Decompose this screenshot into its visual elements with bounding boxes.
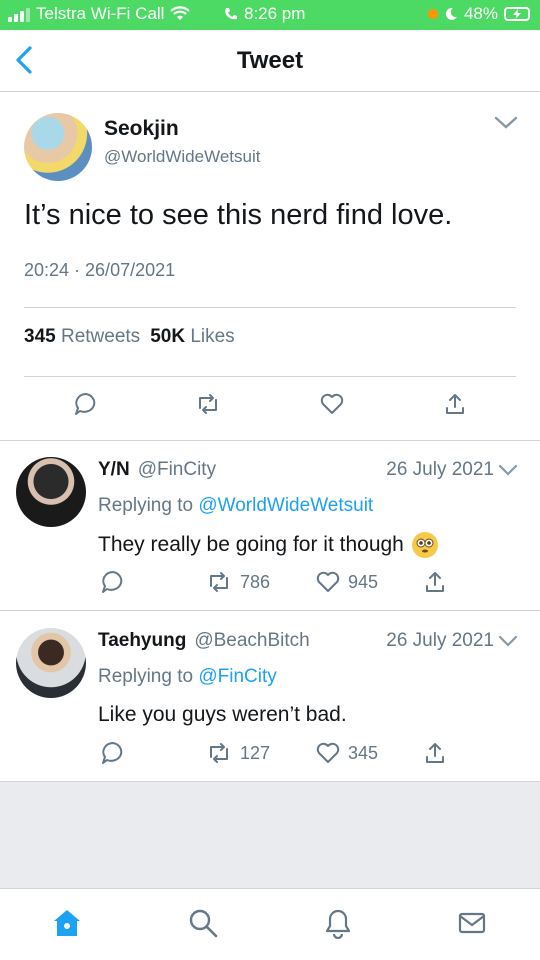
- reply-date: 26 July 2021: [386, 459, 494, 480]
- reply-actions: 786 945: [0, 569, 540, 599]
- messages-mail-icon[interactable]: [456, 907, 488, 939]
- like-count: 945: [348, 572, 379, 592]
- share-icon[interactable]: [422, 740, 448, 766]
- divider: [24, 376, 516, 377]
- like-icon[interactable]: [319, 391, 345, 417]
- share-icon[interactable]: [442, 391, 468, 417]
- retweets-stat[interactable]: 345 Retweets: [24, 326, 140, 348]
- share-icon[interactable]: [422, 569, 448, 595]
- like-icon[interactable]: [315, 740, 341, 766]
- carrier-label: Telstra Wi-Fi Call: [36, 4, 165, 23]
- retweet-count: 127: [240, 743, 271, 763]
- tweet-actions: [0, 391, 540, 425]
- avatar[interactable]: [24, 113, 92, 181]
- author-name[interactable]: Y/N: [98, 459, 130, 481]
- status-bar: Telstra Wi-Fi Call 8:26 pm 48%: [0, 0, 540, 30]
- author-name[interactable]: Seokjin: [104, 117, 179, 141]
- reply-icon[interactable]: [100, 569, 126, 595]
- reply-tweet[interactable]: Taehyung @BeachBitch 26 July 2021 Replyi…: [0, 612, 540, 782]
- empty-area: [0, 782, 540, 888]
- replying-prefix: Replying to: [98, 666, 194, 687]
- notifications-bell-icon[interactable]: [322, 907, 354, 939]
- wifi-icon: [170, 6, 191, 20]
- clock: 8:26 pm: [244, 4, 306, 23]
- retweets-label: Retweets: [60, 326, 141, 347]
- phone-icon: [225, 8, 237, 20]
- tweet-timestamp: 20:24 · 26/07/2021: [24, 260, 176, 280]
- reply-icon[interactable]: [100, 740, 126, 766]
- chevron-down-icon[interactable]: [498, 464, 518, 478]
- replying-to-link[interactable]: @FinCity: [198, 666, 276, 687]
- top-nav-bar: Tweet: [0, 30, 540, 92]
- reply-date: 26 July 2021: [386, 630, 494, 651]
- reply-text-content: Like you guys weren’t bad.: [98, 703, 347, 726]
- battery-charging-icon: [504, 7, 530, 21]
- likes-count: 50K: [150, 326, 186, 347]
- reply-icon[interactable]: [73, 391, 99, 417]
- like-count: 345: [348, 743, 379, 763]
- main-tweet: Seokjin @WorldWideWetsuit It’s nice to s…: [0, 93, 540, 441]
- replying-to: Replying to @FinCity: [98, 666, 277, 688]
- likes-label: Likes: [190, 326, 235, 347]
- author-name[interactable]: Taehyung: [98, 630, 186, 652]
- retweet-icon[interactable]: [195, 391, 221, 417]
- divider: [24, 307, 516, 308]
- reply-tweet[interactable]: Y/N @FinCity 26 July 2021 Replying to @W…: [0, 441, 540, 611]
- reply-actions: 127 345: [0, 740, 540, 770]
- battery-percent: 48%: [463, 4, 498, 23]
- replying-prefix: Replying to: [98, 495, 194, 516]
- avatar[interactable]: [16, 628, 86, 698]
- like-icon[interactable]: [315, 569, 341, 595]
- retweets-count: 345: [24, 326, 56, 347]
- bottom-tab-bar: [0, 888, 540, 960]
- reply-text: Like you guys weren’t bad.: [98, 703, 347, 727]
- replying-to-link[interactable]: @WorldWideWetsuit: [198, 495, 373, 516]
- tweet-text: It’s nice to see this nerd find love.: [24, 199, 453, 231]
- reply-text: They really be going for it though: [98, 532, 438, 558]
- retweet-icon[interactable]: [206, 569, 232, 595]
- search-icon[interactable]: [187, 907, 219, 939]
- signal-icon: [8, 6, 30, 22]
- likes-stat[interactable]: 50K Likes: [150, 326, 235, 348]
- reply-text-content: They really be going for it though: [98, 533, 404, 556]
- retweet-count: 786: [240, 572, 271, 592]
- moon-icon: [445, 7, 457, 20]
- tweet-stats: 345 Retweets 50K Likes: [24, 326, 235, 348]
- reply-header: Y/N @FinCity: [98, 459, 216, 481]
- privacy-indicator: [427, 9, 438, 19]
- author-handle[interactable]: @WorldWideWetsuit: [104, 147, 260, 167]
- flushed-face-emoji-icon: [411, 532, 438, 558]
- chevron-down-icon[interactable]: [498, 635, 518, 649]
- page-title: Tweet: [236, 47, 304, 74]
- reply-header: Taehyung @BeachBitch: [98, 630, 310, 652]
- author-handle[interactable]: @FinCity: [138, 459, 216, 481]
- home-icon[interactable]: [51, 907, 83, 939]
- replying-to: Replying to @WorldWideWetsuit: [98, 495, 373, 517]
- author-handle[interactable]: @BeachBitch: [194, 630, 309, 652]
- avatar[interactable]: [16, 457, 86, 527]
- chevron-down-icon[interactable]: [494, 115, 518, 131]
- retweet-icon[interactable]: [206, 740, 232, 766]
